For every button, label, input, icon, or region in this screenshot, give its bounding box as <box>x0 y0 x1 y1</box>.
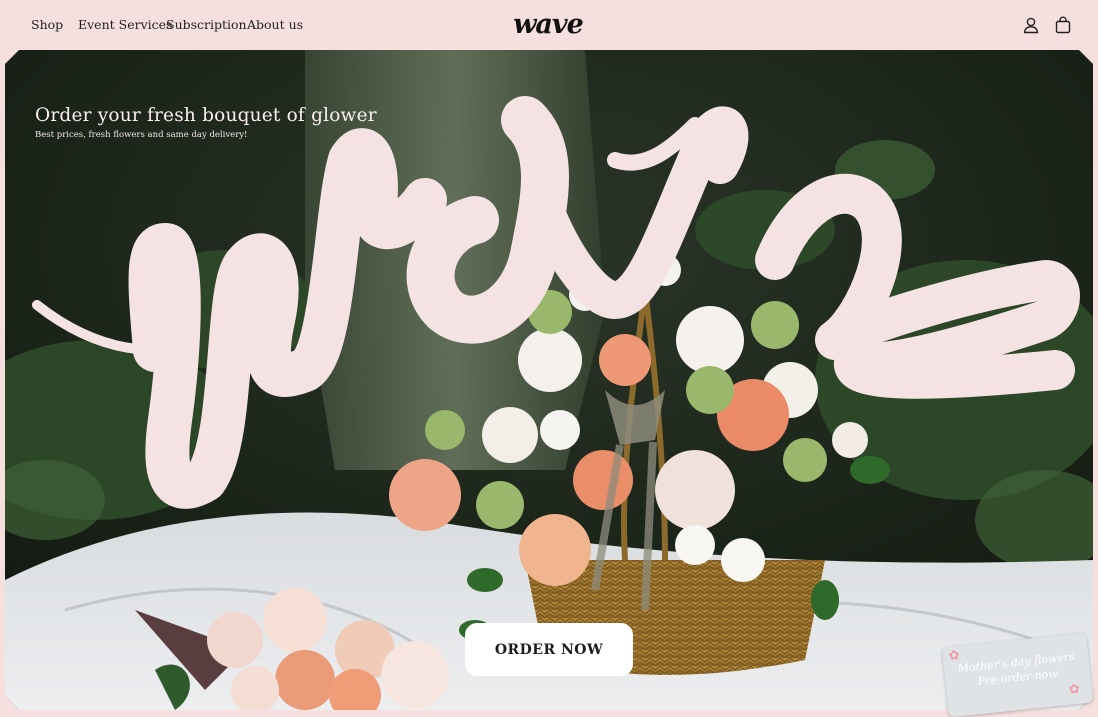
hero-subtitle: Best prices, fresh flowers and same day … <box>35 130 248 140</box>
top-navigation: Shop Event Services Subscription About u… <box>0 0 1098 50</box>
flower-icon: ✿ <box>1068 681 1081 698</box>
nav-link-about-us[interactable]: About us <box>247 17 303 32</box>
hero-banner: Order your fresh bouquet of glower Best … <box>5 50 1093 710</box>
hero-photo <box>5 50 1093 710</box>
user-icon[interactable] <box>1021 15 1041 35</box>
brand-logo[interactable]: wave <box>506 8 590 42</box>
shopping-bag-icon[interactable] <box>1053 15 1073 35</box>
nav-link-subscription[interactable]: Subscription <box>166 17 247 32</box>
mothers-day-preorder-ticket[interactable]: ✿ ✿ Mother's day flowers Pre-order now <box>941 632 1094 717</box>
order-now-button[interactable]: ORDER NOW <box>465 623 633 676</box>
brand-logo-text: wave <box>513 9 584 40</box>
nav-link-event-services[interactable]: Event Services <box>78 17 172 32</box>
hero-title: Order your fresh bouquet of glower <box>35 105 377 126</box>
nav-link-shop[interactable]: Shop <box>31 17 63 32</box>
